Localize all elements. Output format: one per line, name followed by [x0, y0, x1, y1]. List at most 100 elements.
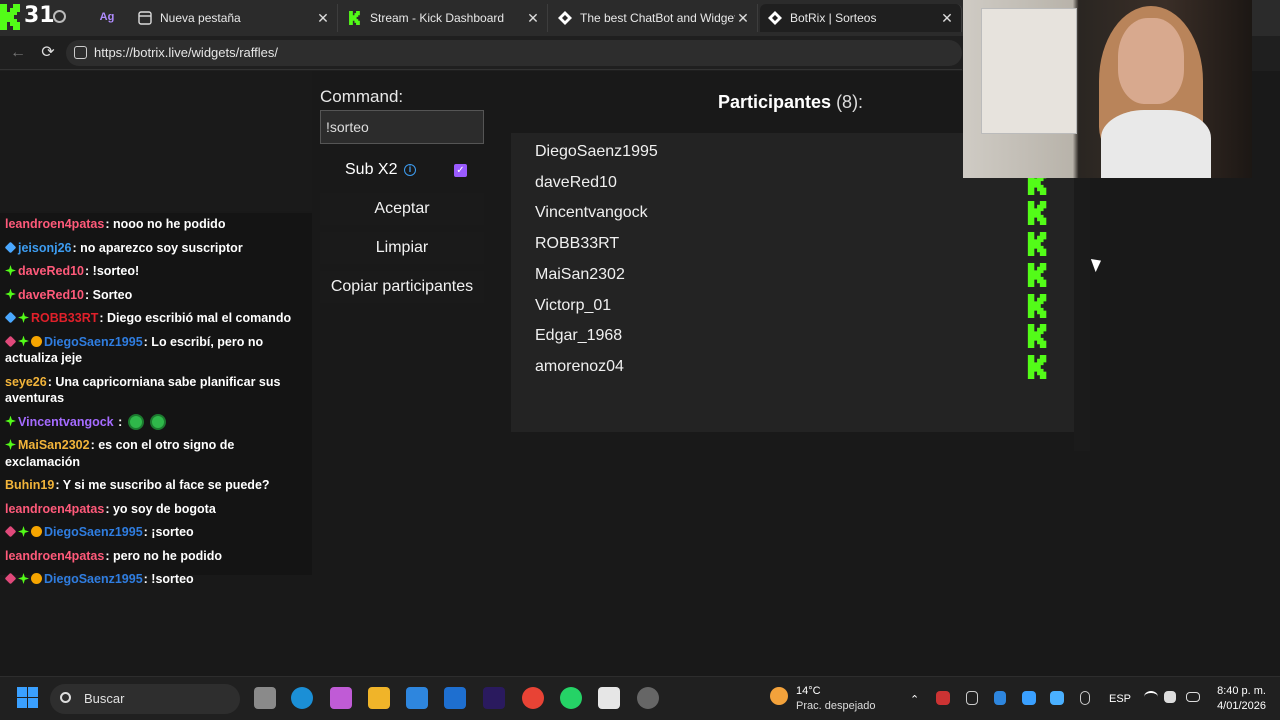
info-icon[interactable]: i — [404, 164, 416, 176]
premiere-icon[interactable] — [483, 687, 505, 709]
battery-icon[interactable] — [1186, 692, 1200, 702]
chat-message: MaiSan2302: es con el otro signo de excl… — [0, 434, 312, 474]
chat-username[interactable]: daveRed10 — [18, 288, 84, 302]
tab-nueva-pestana[interactable]: Nueva pestaña ✕ — [130, 4, 338, 32]
tab-close-icon[interactable]: ✕ — [735, 10, 751, 27]
usb-icon[interactable] — [966, 691, 978, 705]
reload-icon[interactable]: ⟳ — [38, 43, 58, 63]
wall-portrait-drawing — [981, 8, 1077, 134]
tab-kick-dashboard[interactable]: Stream - Kick Dashboard ✕ — [340, 4, 548, 32]
outlook-icon[interactable] — [444, 687, 466, 709]
emote-icon — [128, 413, 145, 430]
og-badge-icon — [18, 573, 29, 584]
clock-time: 8:40 p. m. — [1217, 685, 1266, 697]
windows-start-icon[interactable] — [17, 687, 39, 709]
chat-username[interactable]: leandroen4patas — [5, 502, 104, 516]
wifi-icon[interactable] — [1144, 691, 1158, 703]
weather-icon — [770, 687, 788, 705]
chat-message: DiegoSaenz1995: !sorteo — [0, 568, 312, 592]
sub-badge-icon — [4, 572, 17, 585]
url-text[interactable]: https://botrix.live/widgets/raffles/ — [94, 45, 278, 60]
search-placeholder: Buscar — [84, 691, 125, 706]
command-input[interactable] — [320, 110, 484, 144]
chat-message: daveRed10: !sorteo! — [0, 260, 312, 284]
chat-username[interactable]: seye26 — [5, 375, 47, 389]
chat-username[interactable]: DiegoSaenz1995 — [44, 335, 143, 349]
chat-username[interactable]: ROBB33RT — [31, 311, 98, 325]
participants-title-text: Participantes — [718, 92, 832, 112]
tab-close-icon[interactable]: ✕ — [315, 10, 331, 27]
chat-username[interactable]: daveRed10 — [18, 264, 84, 278]
tab-botrix-sorteos[interactable]: BotRix | Sorteos ✕ — [760, 4, 962, 32]
chat-username[interactable]: DiegoSaenz1995 — [44, 525, 143, 539]
file-explorer-icon[interactable] — [368, 687, 390, 709]
chat-message: daveRed10: Sorteo — [0, 284, 312, 308]
onedrive-icon[interactable] — [1022, 691, 1036, 705]
security-icon[interactable] — [936, 691, 950, 705]
chat-text: : !sorteo! — [85, 264, 140, 278]
page-scrollbar[interactable] — [1074, 133, 1090, 451]
chat-username[interactable]: Buhin19 — [5, 478, 54, 492]
store-icon[interactable] — [406, 687, 428, 709]
chrome-icon[interactable] — [522, 687, 544, 709]
emote-icon — [150, 413, 167, 430]
participant-row: Victorp_01 — [535, 292, 1055, 322]
whatsapp-icon[interactable] — [560, 687, 582, 709]
chat-message: DiegoSaenz1995: Lo escribí, pero no actu… — [0, 331, 312, 371]
vip-badge-icon — [31, 573, 42, 584]
bluetooth-icon[interactable] — [994, 691, 1006, 705]
chat-username[interactable]: jeisonj26 — [18, 241, 72, 255]
chat-text: : Y si me suscribo al face se puede? — [55, 478, 270, 492]
task-view-icon[interactable] — [254, 687, 276, 709]
pinned-tab[interactable]: Ag — [96, 8, 118, 26]
participant-name: daveRed10 — [535, 173, 617, 191]
kick-logo-icon[interactable] — [0, 4, 22, 30]
volume-icon[interactable] — [1164, 691, 1176, 703]
obs-icon[interactable] — [637, 687, 659, 709]
system-clock[interactable]: 8:40 p. m. 4/01/2026 — [1210, 684, 1266, 714]
back-arrow-icon[interactable]: ← — [8, 43, 28, 63]
chat-message: seye26: Una capricorniana sabe planifica… — [0, 371, 312, 411]
settings-icon[interactable] — [53, 10, 66, 23]
site-info-icon[interactable] — [74, 46, 87, 59]
chat-username[interactable]: MaiSan2302 — [18, 438, 90, 452]
sub-x2-checkbox[interactable]: ✓ — [454, 164, 467, 177]
chat-username[interactable]: leandroen4patas — [5, 217, 104, 231]
participant-row: Vincentvangock — [535, 199, 1055, 229]
chat-message: leandroen4patas: nooo no he podido — [0, 213, 312, 237]
url-field[interactable]: https://botrix.live/widgets/raffles/ — [66, 40, 962, 66]
participant-name: MaiSan2302 — [535, 265, 625, 283]
tray-overflow-chevron-icon[interactable]: ⌃ — [910, 693, 919, 706]
webcam-overlay — [963, 0, 1252, 178]
participants-title: Participantes (8): — [718, 92, 863, 113]
chat-username[interactable]: DiegoSaenz1995 — [44, 572, 143, 586]
microphone-icon[interactable] — [1080, 691, 1090, 705]
chat-text: : yo soy de bogota — [105, 501, 216, 516]
capcut-icon[interactable] — [598, 687, 620, 709]
edge-icon[interactable] — [291, 687, 313, 709]
tab-botrix-home[interactable]: The best ChatBot and Widgets for ✕ — [550, 4, 758, 32]
sub-badge-icon — [4, 335, 17, 347]
clear-button[interactable]: Limpiar — [320, 232, 484, 264]
og-badge-icon — [5, 265, 16, 276]
tab-label: BotRix | Sorteos — [790, 11, 877, 25]
tab-close-icon[interactable]: ✕ — [939, 10, 955, 27]
copy-participants-button[interactable]: Copiar participantes — [320, 271, 484, 303]
chat-text: : Sorteo — [85, 287, 133, 302]
chat-message: leandroen4patas: pero no he podido — [0, 545, 312, 569]
chat-username[interactable]: Vincentvangock — [18, 415, 114, 429]
chat-username[interactable]: leandroen4patas — [5, 549, 104, 563]
accept-button[interactable]: Aceptar — [320, 193, 484, 225]
copilot-icon[interactable] — [330, 687, 352, 709]
chat-message: leandroen4patas: yo soy de bogota — [0, 498, 312, 522]
gem-badge-icon — [4, 241, 17, 253]
defender-icon[interactable] — [1050, 691, 1064, 705]
tab-close-icon[interactable]: ✕ — [525, 10, 541, 27]
language-indicator[interactable]: ESP — [1109, 693, 1131, 705]
taskbar-search[interactable]: Buscar — [50, 684, 240, 714]
participant-name: amorenoz04 — [535, 357, 624, 375]
og-badge-icon — [18, 526, 29, 537]
chat-message: Buhin19: Y si me suscribo al face se pue… — [0, 474, 312, 498]
weather-temp: 14°C — [796, 685, 821, 697]
chat-text: : — [114, 414, 123, 429]
